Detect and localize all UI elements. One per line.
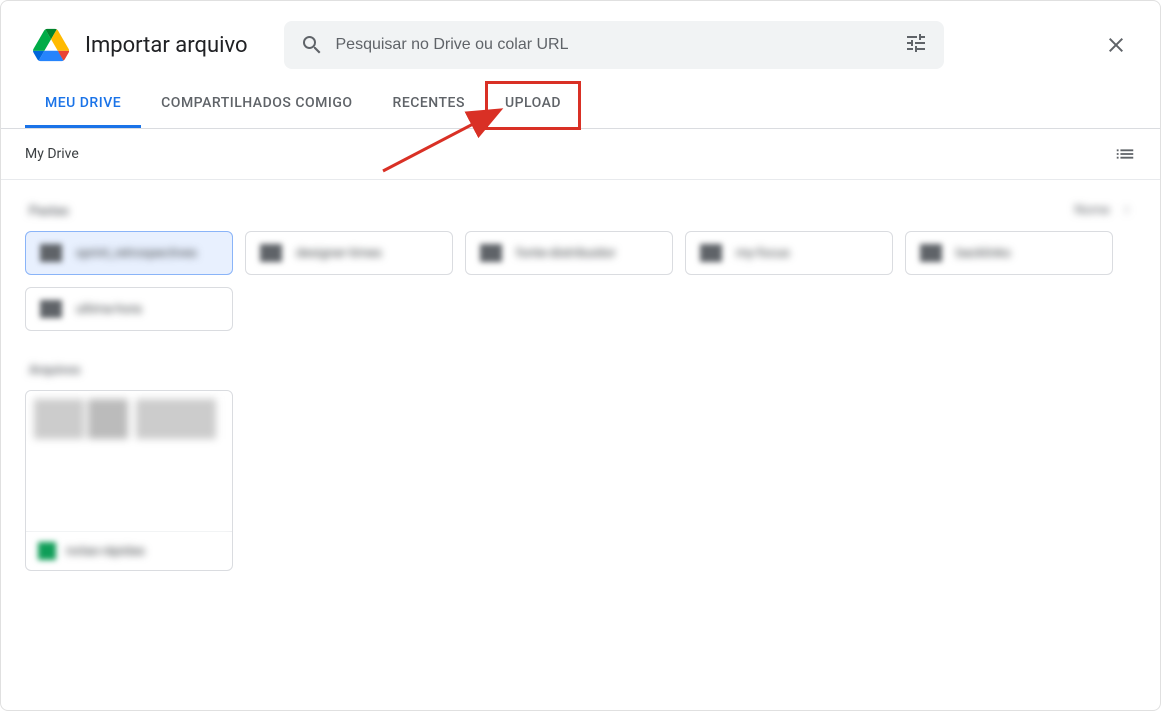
folder-icon [480,244,502,262]
folder-item[interactable]: backlinks [905,231,1113,275]
search-input[interactable] [324,36,896,54]
folder-item[interactable]: my-focus [685,231,893,275]
tab-bar: MEU DRIVE COMPARTILHADOS COMIGO RECENTES… [1,81,1160,129]
folder-label: sprint_retrospectives [76,246,197,261]
file-item[interactable]: notas-rápidas [25,390,233,571]
search-bar[interactable] [284,21,944,69]
folders-section-label: Pastas [29,204,69,219]
folder-label: designer-times [296,246,382,261]
file-thumbnail [26,391,232,531]
folder-label: ultima-hora [76,302,142,317]
folder-icon [700,244,722,262]
file-label: notas-rápidas [66,544,145,559]
folder-icon [260,244,282,262]
files-grid: notas-rápidas [25,390,1136,571]
folder-icon [40,244,62,262]
folder-label: fonte-distribuidor [516,246,616,261]
sort-control[interactable]: Nome ↑ [1075,202,1130,218]
folder-icon [40,300,62,318]
list-view-toggle[interactable] [1114,143,1136,165]
folder-label: my-focus [736,246,790,261]
tab-shared-with-me[interactable]: COMPARTILHADOS COMIGO [141,81,372,128]
folder-item[interactable]: designer-times [245,231,453,275]
dialog-title: Importar arquivo [85,33,248,58]
folder-item[interactable]: sprint_retrospectives [25,231,233,275]
files-section-label: Arquivos [29,363,80,378]
folder-item[interactable]: fonte-distribuidor [465,231,673,275]
sheets-icon [38,542,56,560]
tab-my-drive[interactable]: MEU DRIVE [25,81,141,128]
drive-logo-icon [33,27,69,63]
breadcrumb[interactable]: My Drive [25,146,79,162]
folder-icon [920,244,942,262]
close-button[interactable] [1096,25,1136,65]
folders-grid: sprint_retrospectives designer-times fon… [25,231,1136,331]
tab-recent[interactable]: RECENTES [373,81,485,128]
tune-icon[interactable] [896,23,936,67]
tab-upload[interactable]: UPLOAD [485,81,581,130]
folder-label: backlinks [956,246,1011,261]
search-icon [300,33,324,57]
folder-item[interactable]: ultima-hora [25,287,233,331]
